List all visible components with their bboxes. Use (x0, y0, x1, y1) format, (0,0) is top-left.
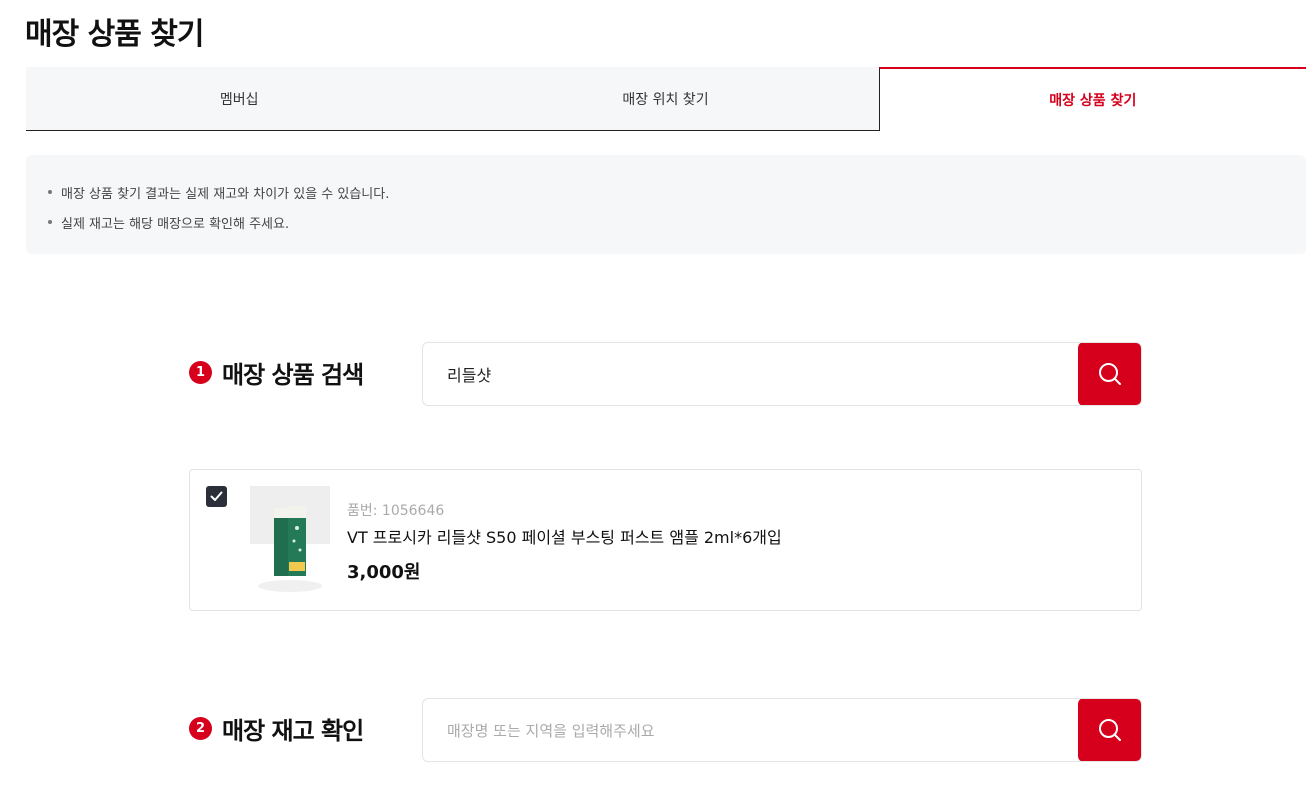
product-search-input[interactable] (423, 343, 1078, 405)
product-name: VT 프로시카 리들샷 S50 페이셜 부스팅 퍼스트 앰플 2ml*6개입 (347, 528, 782, 547)
notice-item: 실제 재고는 해당 매장으로 확인해 주세요. (48, 207, 1306, 237)
product-card[interactable]: 품번: 1056646 VT 프로시카 리들샷 S50 페이셜 부스팅 퍼스트 … (189, 469, 1142, 611)
tab-store-product[interactable]: 매장 상품 찾기 (878, 67, 1306, 131)
page-title: 매장 상품 찾기 (25, 17, 204, 52)
product-code: 품번: 1056646 (347, 503, 445, 519)
store-search-button[interactable] (1078, 699, 1141, 761)
search-icon (1099, 719, 1121, 741)
tab-bar: 멤버십 매장 위치 찾기 매장 상품 찾기 (26, 67, 1306, 131)
tab-store-location[interactable]: 매장 위치 찾기 (452, 67, 879, 131)
product-search-box (422, 342, 1142, 406)
notice-item: 매장 상품 찾기 결과는 실제 재고와 차이가 있을 수 있습니다. (48, 177, 1306, 207)
step1-label: 매장 상품 검색 (222, 361, 364, 389)
step-number-badge: 1 (189, 361, 212, 384)
bullet-icon (48, 190, 52, 194)
step1-heading: 1 매장 상품 검색 (189, 355, 364, 390)
product-price: 3,000원 (347, 562, 421, 583)
product-search-button[interactable] (1078, 343, 1141, 405)
step2-label: 매장 재고 확인 (222, 717, 364, 745)
store-search-input[interactable] (423, 699, 1078, 761)
product-checkbox[interactable] (206, 486, 227, 507)
store-search-box (422, 698, 1142, 762)
search-icon (1099, 363, 1121, 385)
step2-heading: 2 매장 재고 확인 (189, 711, 364, 746)
notice-text: 매장 상품 찾기 결과는 실제 재고와 차이가 있을 수 있습니다. (61, 186, 390, 202)
check-icon (210, 491, 223, 501)
product-thumbnail (250, 486, 330, 592)
bullet-icon (48, 220, 52, 224)
notice-text: 실제 재고는 해당 매장으로 확인해 주세요. (61, 216, 290, 232)
notice-box: 매장 상품 찾기 결과는 실제 재고와 차이가 있을 수 있습니다. 실제 재고… (26, 155, 1306, 254)
step-number-badge: 2 (189, 717, 212, 740)
tab-membership[interactable]: 멤버십 (26, 67, 453, 131)
